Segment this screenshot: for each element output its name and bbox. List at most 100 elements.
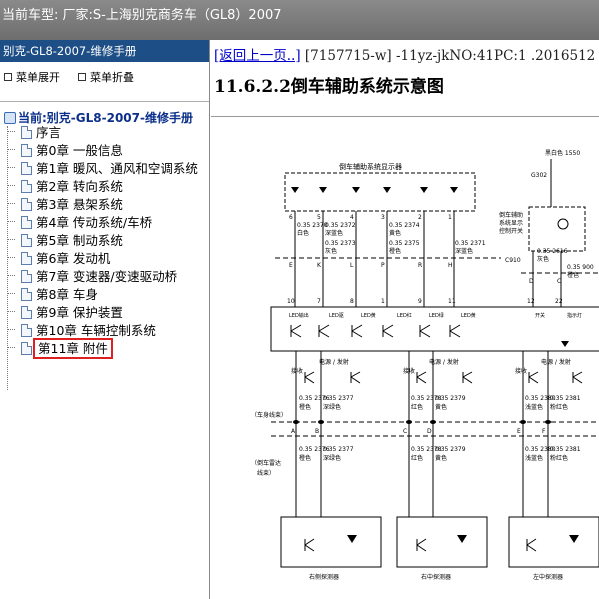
- tree-item-ch0[interactable]: 第0章 一般信息: [7, 140, 123, 158]
- pin-label: 12: [527, 298, 535, 305]
- wire-id: 0.35 2373: [325, 240, 356, 247]
- expand-all-button[interactable]: 菜单展开: [4, 69, 60, 85]
- led-label: LED黄: [461, 312, 476, 319]
- wire-color: 白色: [297, 229, 309, 237]
- page-icon: [21, 234, 32, 247]
- wire-color: 粉红色: [550, 403, 568, 411]
- conn-letter: A: [291, 428, 296, 435]
- wire-color: 深蓝色: [455, 247, 473, 255]
- wire-color: 浅蓝色: [525, 454, 543, 462]
- led-label: LED驱: [329, 313, 344, 319]
- wire-id: 0.35 2379: [435, 395, 466, 402]
- pin-label: 1: [448, 214, 452, 221]
- connector-c910: C910: [505, 257, 521, 264]
- doc-meta: [7157715-w] -11yz-jkNO:41PC:1 .2016512: [300, 48, 596, 64]
- tree-item-label: 序言: [36, 125, 62, 140]
- conn-letter: C: [403, 428, 407, 435]
- wire-id: 0.35 2616: [537, 248, 568, 255]
- pin-label: 1: [381, 298, 385, 305]
- collapse-all-button[interactable]: 菜单折叠: [78, 69, 134, 85]
- pin-label: 8: [350, 298, 354, 305]
- tree-item-ch9[interactable]: 第9章 保护装置: [7, 302, 123, 320]
- pin-label: 9: [418, 298, 422, 305]
- tree-item-ch5[interactable]: 第5章 制动系统: [7, 230, 123, 248]
- right-sensor-box: [280, 516, 382, 568]
- tree-item-ch10[interactable]: 第10章 车辆控制系统: [7, 320, 156, 338]
- tree-item-label: 第11章 附件: [33, 338, 113, 359]
- page-icon: [21, 162, 32, 175]
- tree-item-ch6[interactable]: 第6章 发动机: [7, 248, 110, 266]
- led-label: LED红: [397, 312, 412, 319]
- wire-color: 红色: [411, 403, 423, 411]
- back-link[interactable]: [返回上一页..]: [214, 48, 301, 64]
- wire-color: 深蓝色: [325, 229, 343, 237]
- ground-label: G302: [531, 172, 547, 179]
- wire-color: 深绿色: [323, 454, 341, 462]
- wire-color: 橙色: [567, 271, 579, 279]
- tree-item-label: 第9章 保护装置: [36, 305, 123, 320]
- tree-item-ch11[interactable]: 第11章 附件: [7, 338, 113, 359]
- pin-label: 4: [350, 214, 354, 221]
- tree-item-preface[interactable]: 序言: [7, 122, 61, 140]
- tree-item-ch3[interactable]: 第3章 悬架系统: [7, 194, 123, 212]
- wire-color: 黄色: [389, 229, 401, 237]
- tree-item-label: 第4章 传动系统/车桥: [36, 215, 153, 230]
- tree-item-ch2[interactable]: 第2章 转向系统: [7, 176, 123, 194]
- tree-item-label: 第2章 转向系统: [36, 179, 123, 194]
- power-label: 电源 / 发射: [319, 358, 349, 366]
- page-icon: [21, 198, 32, 211]
- wire-color: 橙色: [389, 247, 401, 255]
- wire-id: 0.35 2370: [297, 222, 328, 229]
- receive-label: 接收: [515, 367, 527, 375]
- wire-color: 粉红色: [550, 454, 568, 462]
- wire-color: 黄色: [435, 403, 447, 411]
- led-label: LED黄: [361, 312, 376, 319]
- page-icon: [21, 342, 32, 355]
- tree-item-ch1[interactable]: 第1章 暖风、通风和空调系统: [7, 158, 198, 176]
- tree-item-ch7[interactable]: 第7章 变速器/变速驱动桥: [7, 266, 177, 284]
- conn-letter: C: [557, 278, 561, 285]
- wire-color: 浅蓝色: [525, 403, 543, 411]
- pin-label: 5: [317, 214, 321, 221]
- conn-letter: D: [529, 278, 534, 285]
- sensor-label: 右侧探测器: [309, 573, 339, 581]
- page-icon: [21, 252, 32, 265]
- left-mid-sensor-box: [508, 516, 599, 568]
- tree-item-label: 第1章 暖风、通风和空调系统: [36, 161, 198, 176]
- wire-id: 0.35 2381: [550, 446, 581, 453]
- power-label: 电源 / 发射: [541, 358, 571, 366]
- right-mid-sensor-box: [396, 516, 488, 568]
- sensor-harness-label-1: （倒车雷达: [251, 459, 281, 467]
- page-icon: [21, 270, 32, 283]
- wire-id: 0.35 2377: [323, 446, 354, 453]
- sidebar-toolbar: 菜单展开 菜单折叠: [0, 62, 209, 102]
- wire-id: 0.35 2375: [389, 240, 420, 247]
- tree-item-ch4[interactable]: 第4章 传动系统/车桥: [7, 212, 152, 230]
- receive-label: 接收: [403, 367, 415, 375]
- wire-color: 橙色: [299, 403, 311, 411]
- receive-label: 接收: [291, 367, 303, 375]
- tree-item-label: 第3章 悬架系统: [36, 197, 123, 212]
- indicator-text: 指示灯: [567, 312, 582, 319]
- wire-color: 深绿色: [323, 403, 341, 411]
- window-titlebar: 当前车型: 厂家:S-上海别克商务车（GL8）2007: [0, 0, 599, 40]
- sensor-label: 右中探测器: [421, 573, 451, 581]
- wiring-diagram: 倒车辅助系统显示器 黑白色 1550 G302 倒车辅助 系统显示 控制开关 C…: [251, 149, 599, 581]
- content-pane: [返回上一页..] [7157715-w] -11yz-jkNO:41PC:1 …: [211, 40, 599, 599]
- tree-item-ch8[interactable]: 第8章 车身: [7, 284, 98, 302]
- page-icon: [21, 324, 32, 337]
- wire-id: 0.35 2377: [323, 395, 354, 402]
- top-wire-label: 黑白色 1550: [545, 149, 580, 157]
- conn-letter: F: [542, 428, 546, 435]
- page-icon: [21, 306, 32, 319]
- body-harness-label: （车身线束）: [251, 411, 287, 419]
- wire-id: 0.35 900: [567, 264, 594, 271]
- tree-item-label: 第0章 一般信息: [36, 143, 123, 158]
- page-icon: [21, 126, 32, 139]
- conn-letter: B: [315, 428, 319, 435]
- wiring-diagram-frame: 倒车辅助系统显示器 黑白色 1550 G302 倒车辅助 系统显示 控制开关 C…: [211, 116, 599, 599]
- conn-letter: E: [289, 262, 293, 269]
- switch-label-3: 控制开关: [499, 227, 523, 235]
- window-title: 当前车型: 厂家:S-上海别克商务车（GL8）2007: [2, 8, 282, 23]
- conn-letter: R: [418, 262, 422, 269]
